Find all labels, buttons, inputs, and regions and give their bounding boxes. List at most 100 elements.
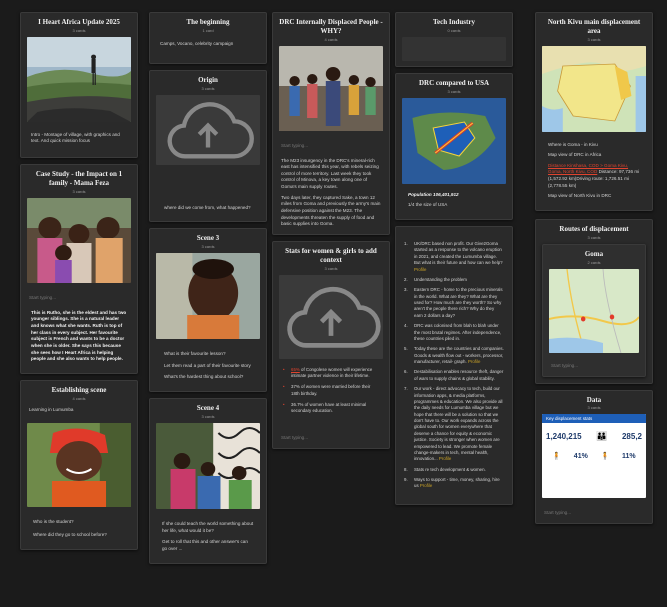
card-origin[interactable]: Origin 3 cards where did we come from, w… [149, 70, 267, 223]
card-establishing-scene[interactable]: Establishing scene 4 cards Learning in L… [20, 379, 138, 550]
drc-usa-map [402, 97, 506, 184]
refugees-photo [279, 45, 383, 131]
card-question-2: Let them read a part of their favourite … [164, 362, 251, 368]
card-title: Case Study - the Impact on 1 family - Ma… [35, 170, 123, 187]
card-text-input[interactable]: Start typing... [549, 357, 639, 370]
profile-link[interactable]: Profile [414, 267, 426, 272]
card-count: 4 cards [72, 395, 86, 401]
card-title: The beginning [186, 18, 230, 26]
north-kivu-map [542, 45, 646, 132]
card-title: Origin [198, 76, 218, 84]
profile-link[interactable]: Profile [420, 483, 432, 488]
card-title: Scene 4 [196, 404, 220, 413]
profile-link[interactable]: Profile [468, 359, 480, 364]
card-question-2: Get to roll that this and other answer's… [162, 539, 248, 551]
column-2: The beginning 1 card Camps, Vocano, cele… [149, 12, 267, 564]
person-icon: 🧍 [552, 453, 562, 461]
stat-percent-2: 11% [621, 452, 636, 460]
empty-card-area[interactable] [402, 36, 506, 61]
card-body: The M23 insurgency in the DRC's mineral-… [279, 158, 383, 229]
card-description: Camps, Vocano, celebrity campaign [160, 40, 234, 46]
card-goma[interactable]: Goma 2 cards Start typing... [542, 243, 646, 377]
card-count: 3 cards [324, 265, 338, 271]
card-i-heart-africa[interactable]: I Heart Africa Update 2025 3 cards Intro… [20, 12, 138, 159]
list-item: • 65% of Congolese women will experience … [283, 366, 373, 378]
map-view-africa: Map view of DRC in Africa [548, 152, 602, 158]
card-outline-list[interactable]: 1. UK/DRC based non profit. Our Give2Goma… [395, 226, 513, 505]
card-the-beginning[interactable]: The beginning 1 card Camps, Vocano, cele… [149, 12, 267, 64]
card-scene-3[interactable]: Scene 3 3 cards What is their favourite … [149, 228, 267, 393]
card-title: I Heart Africa Update 2025 [38, 18, 120, 26]
card-body: This is Rutho, she is the eldest and has… [31, 309, 127, 362]
volcano-photo [27, 36, 131, 122]
column-4: Tech Industry 0 cards DRC compared to US… [395, 12, 513, 505]
card-data[interactable]: Data 3 cards Key displacement stats 1,24… [535, 389, 653, 525]
card-tech-industry[interactable]: Tech Industry 0 cards [395, 12, 513, 67]
list-item: • 36.7% of women have at least minimal se… [283, 402, 367, 414]
list-item: 1. UK/DRC based non profit. Our Give2Goma… [404, 241, 503, 272]
card-title: Routes of displacement [559, 225, 629, 234]
card-count: 3 cards [587, 36, 601, 42]
list-item: • 37% of women were married before their … [283, 384, 371, 396]
card-title: Establishing scene [51, 385, 107, 394]
children-photo [27, 197, 131, 283]
card-count: 1 card [202, 27, 214, 33]
card-question-1: If she could teach the world something a… [162, 520, 254, 533]
card-text-input[interactable]: Start typing... [279, 137, 383, 150]
card-count: 3 cards [447, 88, 461, 94]
stat-number-2: 285,2 [621, 432, 642, 442]
card-title: Scene 3 [196, 234, 220, 243]
card-description: Intro - Montage of village, with graphic… [31, 131, 120, 144]
stat-percent-1: 41% [573, 452, 588, 460]
girl-photo [156, 253, 260, 340]
stat-highlight[interactable]: 65% [291, 367, 300, 372]
card-question-3: What's the hardest thing about school? [164, 374, 244, 380]
card-text-input[interactable]: Start typing... [27, 289, 131, 302]
outline-list: 1. UK/DRC based non profit. Our Give2Goma… [404, 241, 504, 490]
card-paragraph-2: Two days later, they captured Sake, a to… [281, 194, 381, 227]
size-text: 1/4 the size of USA [408, 202, 448, 208]
column-1: I Heart Africa Update 2025 3 cards Intro… [20, 12, 138, 550]
map-view-north-kivu: Map view of North Kivu in DRC [548, 193, 612, 199]
list-item: 7. Our work - direct advocacy to tech, bu… [404, 386, 503, 462]
card-routes-of-displacement[interactable]: Routes of displacement 3 cards Goma 2 ca… [535, 219, 653, 384]
card-north-kivu[interactable]: North Kivu main displacement area 3 card… [535, 12, 653, 212]
list-item: 6. Destabilisation enables resource theft… [404, 369, 504, 381]
profile-link[interactable]: Profile [439, 456, 451, 461]
women-photo [156, 422, 260, 509]
card-title: Tech Industry [433, 18, 475, 26]
card-stats-women[interactable]: Stats for women & girls to add context 3… [272, 241, 390, 449]
goma-map [549, 268, 639, 353]
person-icon: 🧍 [600, 453, 610, 461]
card-scene-4[interactable]: Scene 4 3 cards If she could teach the w… [149, 398, 267, 564]
card-title: DRC Internally Displaced People - WHY? [279, 18, 383, 35]
people-icon: 👪 [596, 431, 608, 442]
card-text-input[interactable]: Start typing... [542, 504, 646, 517]
card-question-1: What is their favourite lesson? [164, 351, 226, 357]
column-3: DRC Internally Displaced People - WHY? 4… [272, 12, 390, 449]
infographic-header: Key displacement stats [542, 414, 646, 424]
list-item: 4. DRC was colonised from blah to blah un… [404, 323, 502, 341]
stat-number-1: 1,240,215 [546, 432, 582, 442]
card-drc-usa[interactable]: DRC compared to USA 3 cards Population 1… [395, 73, 513, 221]
upload-area[interactable] [156, 94, 260, 165]
cloud-upload-icon [167, 101, 254, 159]
population-text: Population 106,401,912 [408, 191, 459, 197]
student-photo [27, 423, 131, 508]
card-title: Data [586, 395, 602, 404]
card-drc-idp[interactable]: DRC Internally Displaced People - WHY? 4… [272, 12, 390, 236]
card-count: 3 cards [72, 188, 86, 194]
card-count: 2 cards [587, 259, 601, 265]
card-count: 3 cards [201, 413, 215, 419]
upload-area[interactable] [279, 274, 383, 359]
card-paragraph-1: The M23 insurgency in the DRC's mineral-… [281, 157, 379, 190]
card-case-study[interactable]: Case Study - the Impact on 1 family - Ma… [20, 164, 138, 374]
cloud-upload-icon [287, 286, 381, 348]
card-text-input[interactable]: Start typing... [279, 429, 383, 442]
card-question-2: Where did they go to school before? [33, 531, 107, 537]
card-count: 4 cards [324, 36, 338, 42]
where-is-goma: Where is Goma - in Kivu [548, 141, 598, 147]
card-question-1: Who is the student? [33, 519, 74, 525]
card-count: 0 cards [447, 27, 461, 33]
card-title: Stats for women & girls to add context [285, 247, 377, 264]
